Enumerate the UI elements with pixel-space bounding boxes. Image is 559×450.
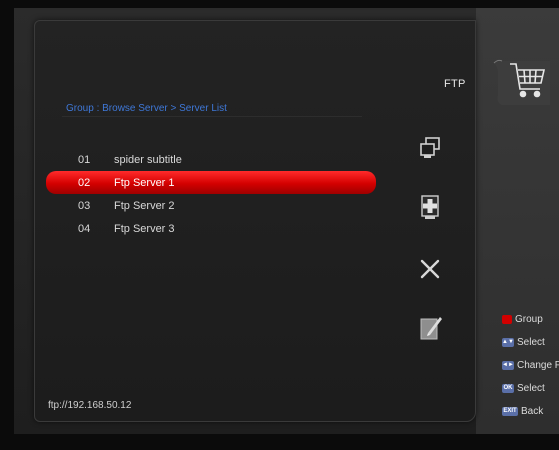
server-number: 03 [78, 199, 91, 212]
server-row-selected[interactable]: 02 Ftp Server 1 [46, 171, 376, 194]
legend-label: Back [521, 406, 544, 417]
legend-item-change: ◄► Change Fra [502, 354, 559, 377]
copy-icon[interactable] [419, 136, 441, 165]
menu-title: FTP [444, 78, 466, 90]
exit-key-icon: EXIT [502, 407, 518, 416]
legend-label: Select [517, 383, 545, 394]
legend-item-group: Group [502, 308, 559, 331]
server-row[interactable]: 01 spider subtitle [46, 148, 376, 171]
legend-item-ok: OK Select [502, 377, 559, 400]
server-list: 01 spider subtitle 02 Ftp Server 1 03 Ft… [46, 148, 376, 240]
ok-key-icon: OK [502, 384, 514, 393]
server-number: 02 [78, 176, 91, 189]
red-key-icon [502, 315, 512, 324]
server-row[interactable]: 04 Ftp Server 3 [46, 217, 376, 240]
breadcrumb: Group : Browse Server > Server List [66, 103, 227, 114]
tv-screen: FTP Group : Browse Server > Server List … [14, 8, 559, 434]
server-name: Ftp Server 3 [114, 222, 175, 235]
server-number: 01 [78, 153, 91, 166]
legend-item-back: EXIT Back [502, 400, 559, 423]
server-name: Ftp Server 1 [114, 176, 175, 189]
divider [62, 116, 362, 117]
server-number: 04 [78, 222, 91, 235]
legend-label: Select [517, 337, 545, 348]
add-icon[interactable] [419, 194, 441, 225]
ftp-address: ftp://192.168.50.12 [48, 400, 132, 411]
edit-icon[interactable] [419, 313, 443, 348]
updown-key-icon: ▲▼ [502, 338, 514, 347]
server-name: spider subtitle [114, 153, 182, 166]
key-legend: Group ▲▼ Select ◄► Change Fra OK Select … [502, 308, 559, 423]
legend-label: Group [515, 314, 543, 325]
leftright-key-icon: ◄► [502, 361, 514, 370]
legend-label: Change Fra [517, 360, 559, 371]
server-name: Ftp Server 2 [114, 199, 175, 212]
server-row[interactable]: 03 Ftp Server 2 [46, 194, 376, 217]
shopping-cart-icon [492, 53, 552, 105]
delete-icon[interactable] [419, 258, 441, 285]
legend-item-select: ▲▼ Select [502, 331, 559, 354]
